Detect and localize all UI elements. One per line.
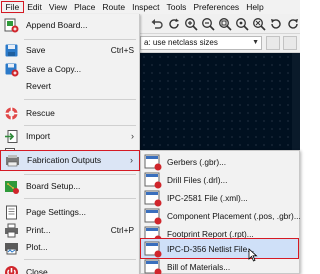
menu-item-plot[interactable]: Plot... [0, 238, 140, 257]
submenu-item-bill-of-materials[interactable]: Bill of Materials... [141, 257, 299, 274]
menu-separator [24, 198, 136, 199]
menu-item-label: Import [26, 131, 51, 141]
zoom-objects-icon[interactable] [235, 17, 249, 31]
bom-icon [143, 259, 163, 274]
chevron-down-icon: ▼ [252, 39, 259, 46]
submenu-item-label: Bill of Materials... [167, 262, 231, 272]
zoom-out-icon[interactable] [201, 17, 215, 31]
fabrication-outputs-icon [5, 153, 20, 168]
ipc-d-356-icon [143, 241, 163, 258]
append-board-icon [4, 18, 19, 33]
menu-view[interactable]: View [45, 0, 70, 14]
rotate-ccw-icon[interactable] [286, 17, 300, 31]
layer-toggle-button[interactable] [283, 36, 297, 50]
menu-preferences[interactable]: Preferences [190, 0, 243, 14]
menu-item-fabrication-outputs[interactable]: Fabrication Outputs › [0, 150, 140, 171]
submenu-item-label: Component Placement (.pos, .gbr)... [167, 211, 301, 221]
menu-file[interactable]: File [1, 1, 24, 13]
menu-tools[interactable]: Tools [163, 0, 190, 14]
rotate-icon[interactable] [269, 17, 283, 31]
menu-edit[interactable]: Edit [24, 0, 46, 14]
menubar: File Edit View Place Route Inspect Tools… [0, 0, 300, 14]
chevron-right-icon: › [130, 155, 133, 165]
menu-item-page-settings[interactable]: Page Settings... [0, 203, 140, 222]
menu-item-label: Plot... [26, 242, 48, 252]
netclass-select-value: a: use netclass sizes [144, 38, 218, 47]
menu-item-import[interactable]: Import › [0, 127, 140, 146]
submenu-item-gerbers[interactable]: Gerbers (.gbr)... [141, 152, 299, 172]
zoom-selection-icon[interactable] [252, 17, 266, 31]
refresh-icon[interactable] [167, 17, 181, 31]
menu-item-revert[interactable]: Revert [0, 77, 140, 96]
plot-icon [4, 240, 19, 255]
netclass-sizes-select[interactable]: a: use netclass sizes ▼ [140, 36, 262, 50]
menu-item-label: Fabrication Outputs [27, 155, 102, 165]
submenu-item-ipc-d-356[interactable]: IPC-D-356 Netlist File... [140, 238, 299, 259]
submenu-item-label: Drill Files (.drl)... [167, 175, 228, 185]
submenu-item-ipc-2581[interactable]: IPC-2581 File (.xml)... [141, 188, 299, 208]
menu-item-board-setup[interactable]: Board Setup... [0, 177, 140, 196]
menu-item-label: Close [26, 267, 48, 274]
grid-toggle-button[interactable] [266, 36, 280, 50]
menu-item-label: Board Setup... [26, 181, 81, 191]
zoom-fit-icon[interactable] [218, 17, 232, 31]
menu-route[interactable]: Route [99, 0, 129, 14]
close-icon [4, 265, 19, 274]
gerber-icon [143, 154, 163, 171]
menu-help[interactable]: Help [243, 0, 267, 14]
save-copy-icon [4, 62, 19, 77]
rescue-icon [4, 106, 19, 121]
menu-item-label: Rescue [26, 108, 55, 118]
menu-item-label: Revert [26, 81, 52, 91]
print-icon [4, 223, 19, 238]
file-menu: Append Board... Save Ctrl+S Save a Copy.… [0, 14, 140, 274]
submenu-item-component-placement[interactable]: Component Placement (.pos, .gbr)... [141, 206, 301, 226]
ipc2581-icon [143, 190, 163, 207]
menu-item-label: Page Settings... [26, 207, 87, 217]
menu-item-label: Save [26, 45, 46, 55]
menu-item-append-board[interactable]: Append Board... [0, 16, 140, 35]
chevron-right-icon: › [131, 131, 134, 141]
zoom-in-icon[interactable] [184, 17, 198, 31]
menu-item-shortcut: Ctrl+S [110, 45, 134, 55]
menu-item-rescue[interactable]: Rescue [0, 104, 140, 123]
menu-inspect[interactable]: Inspect [129, 0, 163, 14]
submenu-item-label: Gerbers (.gbr)... [167, 157, 227, 167]
submenu-item-label: IPC-D-356 Netlist File... [167, 244, 255, 254]
board-setup-icon [4, 179, 19, 194]
import-icon [4, 129, 19, 144]
save-icon [4, 43, 19, 58]
mouse-cursor-icon [248, 248, 258, 262]
menu-separator [24, 39, 136, 40]
menu-item-close[interactable]: Close [0, 263, 140, 274]
drill-icon [143, 172, 163, 189]
submenu-item-drill-files[interactable]: Drill Files (.drl)... [141, 170, 299, 190]
menu-separator [24, 174, 136, 175]
page-settings-icon [4, 205, 19, 220]
menu-place[interactable]: Place [71, 0, 99, 14]
undo-icon[interactable] [150, 17, 164, 31]
menu-separator [24, 259, 136, 260]
placement-icon [143, 208, 163, 225]
submenu-item-label: IPC-2581 File (.xml)... [167, 193, 248, 203]
menu-separator [24, 99, 136, 100]
menu-separator [24, 125, 136, 126]
menu-item-label: Append Board... [26, 20, 88, 30]
fabrication-outputs-submenu: Gerbers (.gbr)... Drill Files (.drl)... … [140, 150, 301, 274]
menu-item-save[interactable]: Save Ctrl+S [0, 41, 140, 60]
